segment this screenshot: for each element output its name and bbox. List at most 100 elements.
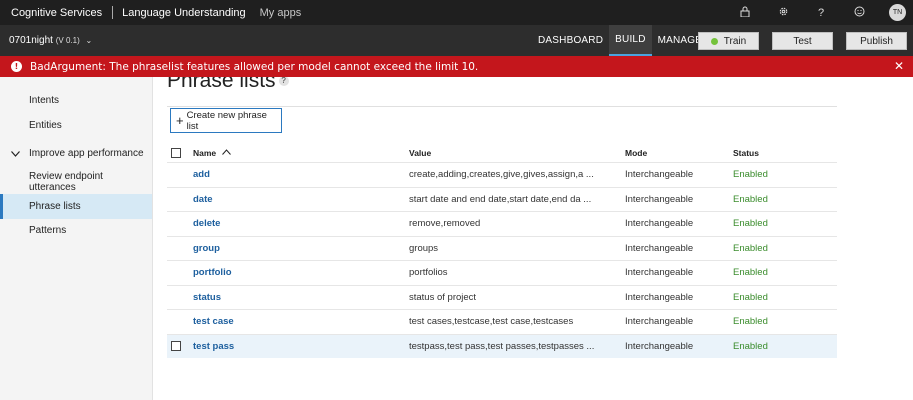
help-icon[interactable]: ? <box>278 77 289 87</box>
phrase-list-status: Enabled <box>733 218 768 229</box>
publish-button[interactable]: Publish <box>846 32 907 50</box>
close-icon[interactable]: ✕ <box>894 59 904 73</box>
phrase-list-mode: Interchangeable <box>625 267 694 278</box>
table-row[interactable]: test case test cases,testcase,test case,t… <box>167 309 837 333</box>
gear-icon[interactable] <box>764 6 802 20</box>
train-label: Train <box>723 35 747 47</box>
phrase-list-value: testpass,test pass,test passes,testpasse… <box>409 340 595 352</box>
table-row[interactable]: add create,adding,creates,give,gives,assi… <box>167 162 837 186</box>
phrase-list-status: Enabled <box>733 267 768 278</box>
phrase-list-status: Enabled <box>733 340 768 352</box>
column-status-header[interactable]: Status <box>733 144 759 161</box>
main-content: Phrase lists? + Create new phrase list N… <box>153 77 913 400</box>
phrase-list-status: Enabled <box>733 242 768 254</box>
test-label: Test <box>793 35 812 47</box>
phrase-list-status: Enabled <box>733 169 768 180</box>
table-header: Name Value Mode Status <box>167 144 837 161</box>
phrase-list-value: groups <box>409 242 439 254</box>
table-row[interactable]: portfolio portfolios Interchangeable Enable… <box>167 260 837 284</box>
main-nav: DASHBOARD BUILD MANAGE <box>532 25 708 56</box>
phrase-list-mode: Interchangeable <box>625 193 694 205</box>
phrase-list-name-link[interactable]: group <box>193 237 220 260</box>
app-version: (V 0.1) <box>55 36 80 45</box>
sidebar-item-label: Patterns <box>29 225 67 236</box>
product-name[interactable]: Language Understanding <box>122 7 246 19</box>
create-label: Create new phrase list <box>186 109 267 132</box>
phrase-list-status: Enabled <box>733 316 768 327</box>
error-icon: ! <box>11 61 22 72</box>
sidebar-item-label: Improve app performance <box>29 148 144 159</box>
table-row[interactable]: group groups Interchangeable Enabled <box>167 235 837 260</box>
top-icons: ? TN <box>726 0 913 25</box>
sidebar-item-review-endpoint[interactable]: Review endpoint utterances <box>0 169 152 194</box>
table-row[interactable]: delete remove,removed Interchangeable Enabl… <box>167 211 837 235</box>
phrase-list-name-link[interactable]: date <box>193 188 213 211</box>
divider <box>112 6 114 19</box>
phrase-list-mode: Interchangeable <box>625 316 694 327</box>
column-name-label: Name <box>193 147 217 158</box>
sidebar-group-improve[interactable]: Improve app performance <box>0 141 152 166</box>
sidebar: Intents Entities Improve app performance… <box>0 77 153 400</box>
sidebar-item-patterns[interactable]: Patterns <box>0 218 152 243</box>
table-row[interactable]: status status of project Interchangeable En… <box>167 284 837 309</box>
sort-ascending-icon <box>222 148 232 157</box>
publish-label: Publish <box>860 35 893 47</box>
tab-build[interactable]: BUILD <box>609 25 652 56</box>
error-banner: ! BadArgument: The phraselist features a… <box>0 56 913 77</box>
table-row[interactable]: test pass testpass,test pass,test passes,… <box>167 333 837 358</box>
phrase-list-value: test cases,testcase,test case,testcases <box>409 316 574 327</box>
divider <box>167 106 837 107</box>
column-value-header[interactable]: Value <box>409 144 431 161</box>
app-name: 0701night <box>9 35 53 46</box>
sidebar-item-label: Phrase lists <box>29 201 81 212</box>
phrase-list-value: portfolios <box>409 267 448 278</box>
phrase-list-value: status of project <box>409 291 477 303</box>
phrase-list-name-link[interactable]: test case <box>193 310 234 333</box>
column-name-header[interactable]: Name <box>193 144 232 161</box>
lock-icon[interactable] <box>726 6 764 20</box>
select-all-checkbox[interactable] <box>171 144 181 161</box>
phrase-list-mode: Interchangeable <box>625 340 694 352</box>
create-phrase-list-button[interactable]: + Create new phrase list <box>170 108 282 133</box>
phrase-list-value: remove,removed <box>409 218 481 229</box>
train-button[interactable]: Train <box>698 32 759 50</box>
page-title-text: Phrase lists <box>167 77 276 92</box>
top-bar: Cognitive Services Language Understandin… <box>0 0 913 25</box>
error-message: BadArgument: The phraselist features all… <box>30 60 479 73</box>
phrase-list-status: Enabled <box>733 193 768 205</box>
phrase-list-status: Enabled <box>733 291 768 303</box>
sidebar-item-label: Review endpoint utterances <box>29 170 103 193</box>
app-selector[interactable]: 0701night (V 0.1) ⌄ <box>0 35 92 46</box>
sidebar-item-phrase-lists[interactable]: Phrase lists <box>0 194 152 219</box>
my-apps-link[interactable]: My apps <box>260 7 302 19</box>
test-button[interactable]: Test <box>772 32 833 50</box>
brand-link[interactable]: Cognitive Services <box>0 7 102 19</box>
phrase-list-mode: Interchangeable <box>625 291 694 303</box>
row-checkbox[interactable] <box>171 335 181 358</box>
app-bar: 0701night (V 0.1) ⌄ DASHBOARD BUILD MANA… <box>0 25 913 56</box>
phrase-list-name-link[interactable]: status <box>193 286 221 309</box>
phrase-list-mode: Interchangeable <box>625 218 694 229</box>
phrase-list-value: create,adding,creates,give,gives,assign,… <box>409 169 594 180</box>
train-status-dot <box>710 37 718 45</box>
sidebar-item-label: Intents <box>29 95 60 106</box>
column-mode-header[interactable]: Mode <box>625 144 647 161</box>
phrase-list-name-link[interactable]: test pass <box>193 335 234 358</box>
phrase-list-mode: Interchangeable <box>625 242 694 254</box>
phrase-list-name-link[interactable]: delete <box>193 212 220 235</box>
user-avatar[interactable]: TN <box>889 4 906 21</box>
table-row[interactable]: date start date and end date,start date,e… <box>167 186 837 211</box>
sidebar-item-label: Entities <box>29 120 62 131</box>
help-icon[interactable]: ? <box>802 7 840 19</box>
tab-dashboard[interactable]: DASHBOARD <box>532 25 609 56</box>
smiley-icon[interactable] <box>840 6 878 20</box>
plus-icon: + <box>176 113 184 128</box>
page-title: Phrase lists? <box>167 77 289 93</box>
phrase-list-mode: Interchangeable <box>625 169 694 180</box>
phrase-list-name-link[interactable]: add <box>193 163 210 186</box>
sidebar-item-entities[interactable]: Entities <box>0 113 152 138</box>
chevron-down-icon: ⌄ <box>85 36 93 45</box>
phrase-list-name-link[interactable]: portfolio <box>193 261 232 284</box>
sidebar-item-intents[interactable]: Intents <box>0 88 152 113</box>
phrase-list-value: start date and end date,start date,end d… <box>409 193 592 205</box>
